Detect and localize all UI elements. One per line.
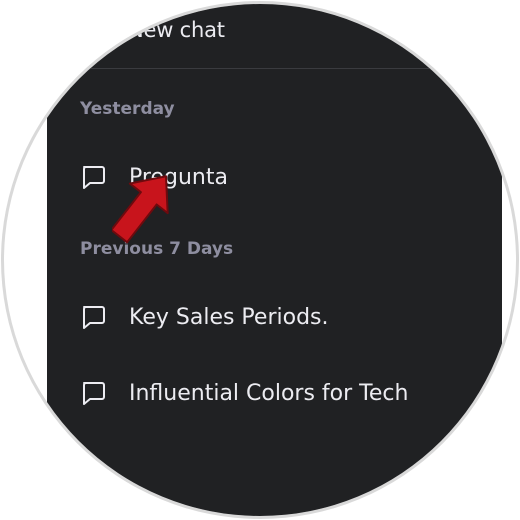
chat-bubble-icon bbox=[83, 382, 105, 405]
chat-history-sidebar bbox=[47, 4, 502, 516]
chat-item-influential-colors[interactable]: Influential Colors for Tech bbox=[74, 369, 494, 417]
new-chat-button[interactable]: New chat bbox=[128, 18, 225, 42]
sidebar-divider bbox=[47, 68, 502, 69]
chat-item-label: Key Sales Periods. bbox=[129, 304, 329, 330]
section-label-yesterday: Yesterday bbox=[80, 99, 175, 119]
zoom-circle-frame: New chat Yesterday Pregunta Previous 7 D… bbox=[4, 4, 516, 516]
red-pointer-arrow-icon bbox=[112, 175, 169, 244]
chat-item-label: Influential Colors for Tech bbox=[129, 380, 409, 406]
chat-bubble-icon bbox=[83, 306, 105, 329]
chat-item-key-sales-periods[interactable]: Key Sales Periods. bbox=[74, 293, 494, 341]
chat-bubble-icon bbox=[83, 166, 105, 189]
